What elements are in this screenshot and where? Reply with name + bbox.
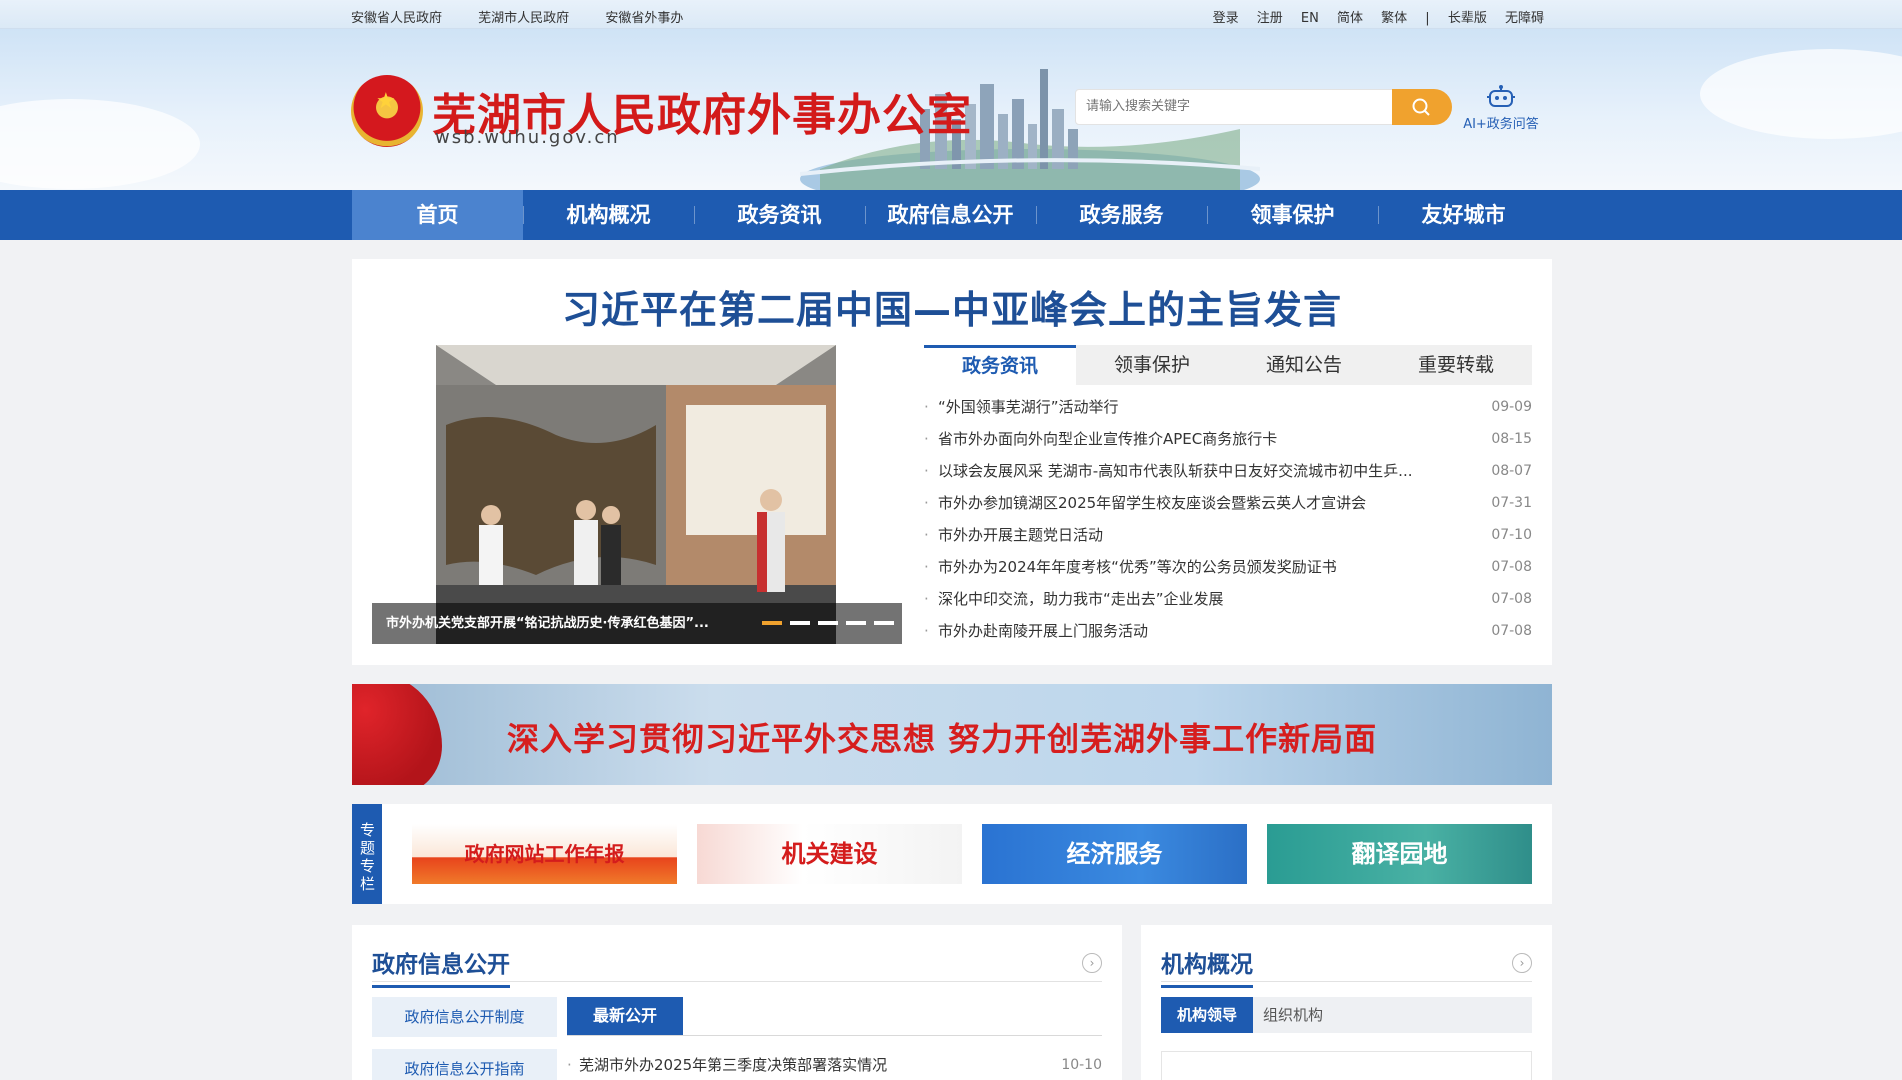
- news-title[interactable]: 省市外办面向外向型企业宣传推介APEC商务旅行卡: [938, 423, 1277, 455]
- top-links-right: 登录 注册 EN 简体 繁体 | 长辈版 无障碍: [1199, 7, 1544, 26]
- news-tabs: 政务资讯 领事保护 通知公告 重要转载: [924, 345, 1532, 385]
- list-item[interactable]: 省市外办面向外向型企业宣传推介APEC商务旅行卡 08-15: [924, 423, 1532, 455]
- side-item-disclosure-guide[interactable]: 政府信息公开指南: [372, 1049, 557, 1080]
- special-economic-services[interactable]: 经济服务: [982, 824, 1247, 884]
- list-item[interactable]: 以球会友展风采 芜湖市-高知市代表队斩获中日友好交流城市初中生乒... 08-07: [924, 455, 1532, 487]
- divider: [372, 981, 1102, 982]
- news-date: 08-15: [1491, 431, 1532, 447]
- gov-info-panel: 政府信息公开 › 政府信息公开制度 政府信息公开指南 最新公开 芜湖市外办202…: [352, 925, 1122, 1080]
- robot-icon: [1487, 85, 1515, 107]
- carousel-dot[interactable]: [762, 621, 782, 625]
- national-emblem-logo[interactable]: ★: [351, 75, 423, 147]
- nav-item-consular[interactable]: 领事保护: [1207, 190, 1378, 240]
- tab-reprints[interactable]: 重要转载: [1380, 345, 1532, 385]
- slogan-banner[interactable]: 深入学习贯彻习近平外交思想 努力开创芜湖外事工作新局面: [352, 684, 1552, 785]
- nav-item-services[interactable]: 政务服务: [1036, 190, 1207, 240]
- list-item[interactable]: 市外办开展主题党日活动 07-10: [924, 519, 1532, 551]
- list-item[interactable]: 芜湖市外办2025年第三季度决策部署落实情况 10-10: [567, 1049, 1102, 1080]
- news-date: 09-09: [1491, 399, 1532, 415]
- link-anhui-gov[interactable]: 安徽省人民政府: [351, 11, 442, 26]
- chevron-right-icon[interactable]: ›: [1082, 953, 1102, 973]
- news-date: 07-08: [1491, 591, 1532, 607]
- divider: [1161, 981, 1532, 982]
- carousel-dot[interactable]: [874, 621, 894, 625]
- news-title[interactable]: 以球会友展风采 芜湖市-高知市代表队斩获中日友好交流城市初中生乒...: [938, 455, 1413, 487]
- news-title[interactable]: 市外办开展主题党日活动: [938, 519, 1103, 551]
- special-translation[interactable]: 翻译园地: [1267, 824, 1532, 884]
- tab-notices[interactable]: 通知公告: [1228, 345, 1380, 385]
- cloud-decoration: [1700, 49, 1902, 139]
- login-link[interactable]: 登录: [1213, 11, 1239, 26]
- nav-item-info-disclosure[interactable]: 政府信息公开: [865, 190, 1036, 240]
- news-date: 07-08: [1491, 623, 1532, 639]
- search-box: [1075, 89, 1452, 125]
- nav-item-home[interactable]: 首页: [352, 190, 523, 240]
- list-item[interactable]: 市外办赴南陵开展上门服务活动 07-08: [924, 615, 1532, 647]
- main-nav: 首页 机构概况 政务资讯 政府信息公开 政务服务 领事保护 友好城市: [0, 190, 1902, 240]
- divider: [567, 1035, 1102, 1036]
- carousel-dots: [762, 621, 894, 625]
- news-title[interactable]: “外国领事芜湖行”活动举行: [938, 391, 1119, 423]
- site-header: ★ 芜湖市人民政府外事办公室 wsb.wuhu.gov.cn AI+政务问答: [0, 29, 1902, 190]
- register-link[interactable]: 注册: [1257, 11, 1283, 26]
- news-photo[interactable]: [436, 345, 836, 644]
- nav-item-sister-cities[interactable]: 友好城市: [1378, 190, 1549, 240]
- link-wuhu-gov[interactable]: 芜湖市人民政府: [478, 11, 569, 26]
- search-input[interactable]: [1086, 98, 1386, 113]
- special-annual-report[interactable]: 政府网站工作年报: [412, 824, 677, 884]
- english-link[interactable]: EN: [1301, 11, 1319, 26]
- carousel-dot[interactable]: [790, 621, 810, 625]
- tab-latest[interactable]: 最新公开: [567, 997, 683, 1035]
- org-panel: 机构概况 › 机构领导 组织机构: [1141, 925, 1552, 1080]
- tab-structure[interactable]: 组织机构: [1253, 997, 1532, 1033]
- news-date: 08-07: [1491, 463, 1532, 479]
- search-button[interactable]: [1392, 89, 1452, 125]
- list-item[interactable]: “外国领事芜湖行”活动举行 09-09: [924, 391, 1532, 423]
- headline-section: 习近平在第二届中国—中亚峰会上的主旨发言 市外办机关党支部开展“铭记抗战历史·传…: [352, 259, 1552, 665]
- news-date: 07-31: [1491, 495, 1532, 511]
- news-title[interactable]: 市外办赴南陵开展上门服务活动: [938, 615, 1148, 647]
- chevron-right-icon[interactable]: ›: [1512, 953, 1532, 973]
- cloud-decoration: [0, 99, 200, 189]
- content-box: [1161, 1051, 1532, 1080]
- ai-assistant-button[interactable]: AI+政务问答: [1461, 85, 1541, 132]
- news-title[interactable]: 深化中印交流，助力我市“走出去”企业发展: [938, 583, 1224, 615]
- news-date: 07-10: [1491, 527, 1532, 543]
- simplified-link[interactable]: 简体: [1337, 11, 1363, 26]
- carousel-dot[interactable]: [818, 621, 838, 625]
- accessibility-link[interactable]: 无障碍: [1505, 11, 1544, 26]
- nav-item-news[interactable]: 政务资讯: [694, 190, 865, 240]
- headline-title[interactable]: 习近平在第二届中国—中亚峰会上的主旨发言: [352, 279, 1552, 334]
- news-title[interactable]: 市外办为2024年年度考核“优秀”等次的公务员颁发奖励证书: [938, 551, 1337, 583]
- item-title[interactable]: 芜湖市外办2025年第三季度决策部署落实情况: [579, 1056, 887, 1074]
- news-title[interactable]: 市外办参加镜湖区2025年留学生校友座谈会暨紫云英人才宣讲会: [938, 487, 1366, 519]
- ai-label: AI+政务问答: [1463, 117, 1539, 132]
- special-columns-label: 专题专栏: [352, 804, 382, 904]
- news-date: 07-08: [1491, 559, 1532, 575]
- red-flag-decoration: [352, 684, 442, 785]
- list-item[interactable]: 市外办参加镜湖区2025年留学生校友座谈会暨紫云英人才宣讲会 07-31: [924, 487, 1532, 519]
- carousel-dot[interactable]: [846, 621, 866, 625]
- traditional-link[interactable]: 繁体: [1381, 11, 1407, 26]
- list-item[interactable]: 深化中印交流，助力我市“走出去”企业发展 07-08: [924, 583, 1532, 615]
- item-date: 10-10: [1061, 1057, 1102, 1073]
- special-party-building[interactable]: 机关建设: [697, 824, 962, 884]
- tab-leaders[interactable]: 机构领导: [1161, 997, 1253, 1033]
- elder-version-link[interactable]: 长辈版: [1448, 11, 1487, 26]
- divider: |: [1425, 11, 1430, 26]
- banner-slogan: 深入学习贯彻习近平外交思想 努力开创芜湖外事工作新局面: [507, 720, 1378, 758]
- nav-item-organization[interactable]: 机构概况: [523, 190, 694, 240]
- list-item[interactable]: 市外办为2024年年度考核“优秀”等次的公务员颁发奖励证书 07-08: [924, 551, 1532, 583]
- search-icon: [1412, 98, 1430, 116]
- link-anhui-fao[interactable]: 安徽省外事办: [605, 11, 683, 26]
- tab-news[interactable]: 政务资讯: [924, 345, 1076, 385]
- special-columns: 专题专栏 政府网站工作年报 机关建设 经济服务 翻译园地: [352, 804, 1552, 904]
- tab-consular[interactable]: 领事保护: [1076, 345, 1228, 385]
- side-item-disclosure-policy[interactable]: 政府信息公开制度: [372, 997, 557, 1037]
- photo-illustration: [436, 345, 836, 644]
- top-links-left: 安徽省人民政府 芜湖市人民政府 安徽省外事办: [351, 7, 715, 26]
- news-list: “外国领事芜湖行”活动举行 09-09 省市外办面向外向型企业宣传推介APEC商务…: [924, 391, 1532, 647]
- site-url: wsb.wuhu.gov.cn: [435, 127, 620, 148]
- top-bar: 安徽省人民政府 芜湖市人民政府 安徽省外事办 登录 注册 EN 简体 繁体 | …: [0, 0, 1902, 29]
